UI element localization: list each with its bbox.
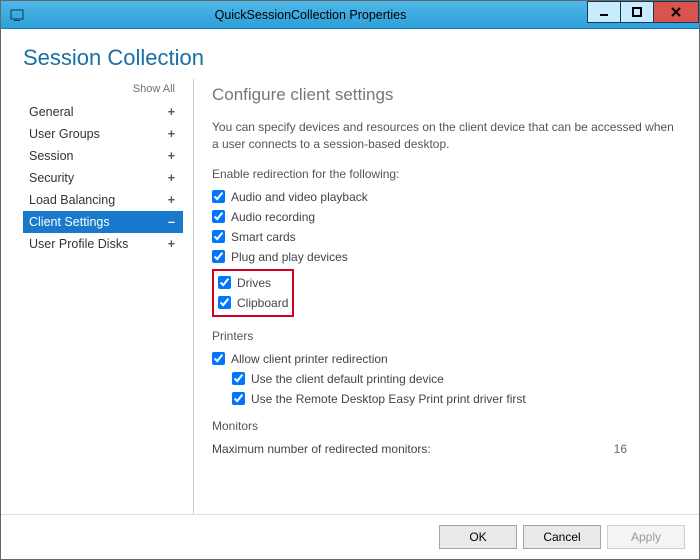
window-controls — [588, 1, 699, 28]
checkbox-input[interactable] — [212, 210, 225, 223]
checkbox-audio-video[interactable]: Audio and video playback — [212, 187, 675, 207]
checkbox-clipboard[interactable]: Clipboard — [218, 293, 288, 313]
ok-button[interactable]: OK — [439, 525, 517, 549]
window-title: QuickSessionCollection Properties — [33, 8, 588, 22]
maximize-button[interactable] — [620, 1, 654, 23]
printers-label: Printers — [212, 329, 675, 343]
checkbox-input[interactable] — [212, 230, 225, 243]
sidebar-item-user-profile-disks[interactable]: User Profile Disks + — [23, 233, 183, 255]
main-panel: Configure client settings You can specif… — [212, 79, 699, 514]
max-monitors-input[interactable] — [584, 439, 632, 459]
dialog-footer: OK Cancel Apply — [1, 514, 699, 559]
monitors-row: Maximum number of redirected monitors: — [212, 439, 632, 459]
checkbox-printer-redir[interactable]: Allow client printer redirection — [212, 349, 675, 369]
sidebar-item-session[interactable]: Session + — [23, 145, 183, 167]
checkbox-audio-recording[interactable]: Audio recording — [212, 207, 675, 227]
expand-icon: + — [168, 127, 175, 141]
checkbox-label: Plug and play devices — [231, 250, 348, 264]
sidebar-item-security[interactable]: Security + — [23, 167, 183, 189]
checkbox-label: Allow client printer redirection — [231, 352, 388, 366]
sidebar-item-label: Session — [29, 149, 73, 163]
minimize-button[interactable] — [587, 1, 621, 23]
checkbox-label: Use the Remote Desktop Easy Print print … — [251, 392, 526, 406]
checkbox-input[interactable] — [232, 372, 245, 385]
checkbox-input[interactable] — [212, 250, 225, 263]
checkbox-label: Use the client default printing device — [251, 372, 444, 386]
close-button[interactable] — [653, 1, 699, 23]
monitors-row-label: Maximum number of redirected monitors: — [212, 442, 431, 456]
section-description: You can specify devices and resources on… — [212, 119, 675, 153]
sidebar-item-load-balancing[interactable]: Load Balancing + — [23, 189, 183, 211]
expand-icon: + — [168, 149, 175, 163]
expand-icon: + — [168, 171, 175, 185]
expand-icon: + — [168, 105, 175, 119]
checkbox-input[interactable] — [232, 392, 245, 405]
sidebar-item-client-settings[interactable]: Client Settings – — [23, 211, 183, 233]
checkbox-label: Smart cards — [231, 230, 296, 244]
expand-icon: + — [168, 237, 175, 251]
highlight-box: Drives Clipboard — [212, 269, 294, 317]
checkbox-smart-cards[interactable]: Smart cards — [212, 227, 675, 247]
checkbox-drives[interactable]: Drives — [218, 273, 288, 293]
checkbox-pnp-devices[interactable]: Plug and play devices — [212, 247, 675, 267]
checkbox-label: Drives — [237, 276, 271, 290]
page-title: Session Collection — [1, 29, 699, 79]
show-all-link[interactable]: Show All — [23, 79, 183, 101]
sidebar-item-general[interactable]: General + — [23, 101, 183, 123]
sidebar-item-label: General — [29, 105, 73, 119]
checkbox-printer-easyprint[interactable]: Use the Remote Desktop Easy Print print … — [232, 389, 675, 409]
apply-button: Apply — [607, 525, 685, 549]
sidebar-item-label: Client Settings — [29, 215, 110, 229]
sidebar-item-label: Security — [29, 171, 74, 185]
cancel-button[interactable]: Cancel — [523, 525, 601, 549]
sidebar-item-label: User Groups — [29, 127, 100, 141]
vertical-divider — [193, 79, 194, 514]
checkbox-label: Clipboard — [237, 296, 288, 310]
checkbox-label: Audio and video playback — [231, 190, 368, 204]
enable-redirection-label: Enable redirection for the following: — [212, 167, 675, 181]
checkbox-printer-default[interactable]: Use the client default printing device — [232, 369, 675, 389]
sidebar-item-user-groups[interactable]: User Groups + — [23, 123, 183, 145]
checkbox-input[interactable] — [212, 352, 225, 365]
checkbox-input[interactable] — [212, 190, 225, 203]
sidebar-item-label: User Profile Disks — [29, 237, 128, 251]
checkbox-input[interactable] — [218, 276, 231, 289]
expand-icon: + — [168, 193, 175, 207]
checkbox-input[interactable] — [218, 296, 231, 309]
section-title: Configure client settings — [212, 85, 675, 105]
titlebar: QuickSessionCollection Properties — [1, 1, 699, 29]
sidebar: Show All General + User Groups + Session… — [23, 79, 183, 514]
collapse-icon: – — [168, 215, 175, 229]
monitors-label: Monitors — [212, 419, 675, 433]
app-icon — [7, 5, 27, 25]
sidebar-item-label: Load Balancing — [29, 193, 115, 207]
checkbox-label: Audio recording — [231, 210, 315, 224]
